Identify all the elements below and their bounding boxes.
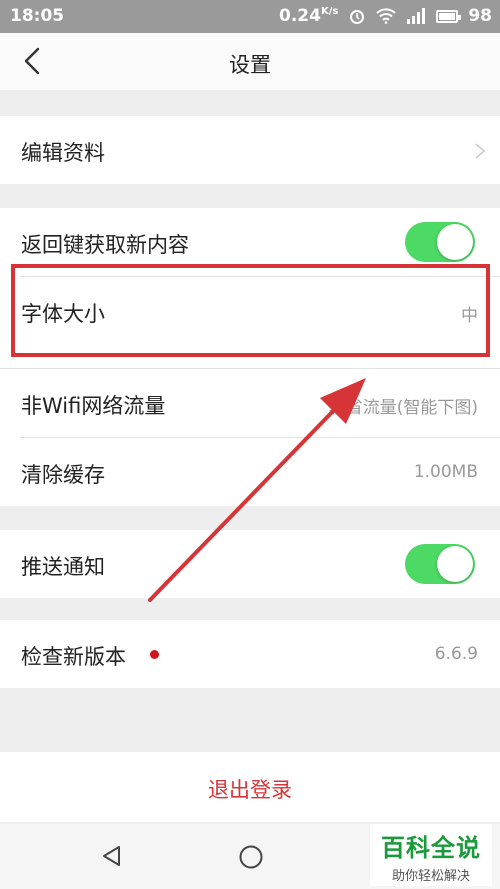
clear-cache-value: 1.00MB bbox=[413, 462, 478, 482]
alarm-icon bbox=[350, 10, 365, 24]
push-notification-row: 推送通知 bbox=[0, 530, 500, 598]
update-badge bbox=[150, 650, 159, 659]
version-value: 6.6.9 bbox=[434, 644, 478, 664]
chevron-right-icon bbox=[475, 143, 486, 159]
edit-profile-label: 编辑资料 bbox=[21, 141, 105, 165]
clear-cache-row[interactable]: 清除缓存 1.00MB bbox=[0, 438, 500, 506]
status-bar: 18:05 0.24K/s 98 bbox=[0, 0, 500, 33]
nav-back-icon[interactable] bbox=[100, 844, 124, 868]
check-version-label: 检查新版本 bbox=[21, 645, 126, 669]
battery-icon bbox=[436, 9, 462, 23]
header-bar: 设置 bbox=[0, 33, 500, 90]
wifi-icon bbox=[376, 8, 397, 24]
back-refresh-toggle[interactable] bbox=[405, 222, 475, 262]
watermark-title: 百科全说 bbox=[381, 834, 481, 862]
edit-profile-row[interactable]: 编辑资料 bbox=[0, 116, 500, 184]
signal-icon bbox=[407, 8, 426, 24]
status-icons: 0.24K/s 98 bbox=[279, 6, 492, 26]
back-refresh-label: 返回键获取新内容 bbox=[21, 233, 189, 257]
highlight-box bbox=[11, 264, 490, 357]
network-speed: 0.24K/s bbox=[279, 6, 339, 26]
check-version-row[interactable]: 检查新版本 6.6.9 bbox=[0, 620, 500, 688]
non-wifi-traffic-label: 非Wifi网络流量 bbox=[21, 394, 166, 418]
non-wifi-traffic-value: 较省流量(智能下图) bbox=[328, 398, 478, 418]
general-settings-group: 返回键获取新内容 字体大小 中 非Wifi网络流量 较省流量(智能下图) 清除缓… bbox=[0, 208, 500, 506]
push-group: 推送通知 bbox=[0, 530, 500, 598]
push-notification-label: 推送通知 bbox=[21, 555, 105, 579]
version-group: 检查新版本 6.6.9 bbox=[0, 620, 500, 688]
nav-home-icon[interactable] bbox=[238, 844, 264, 870]
logout-label: 退出登录 bbox=[208, 778, 292, 802]
profile-group: 编辑资料 bbox=[0, 116, 500, 184]
push-notification-toggle[interactable] bbox=[405, 544, 475, 584]
status-time: 18:05 bbox=[10, 6, 65, 26]
non-wifi-traffic-row[interactable]: 非Wifi网络流量 较省流量(智能下图) bbox=[0, 369, 500, 437]
clear-cache-label: 清除缓存 bbox=[21, 463, 105, 487]
battery-level: 98 bbox=[468, 6, 492, 26]
baike-watermark-logo: 百科全说 助你轻松解决 bbox=[370, 824, 492, 886]
page-title: 设置 bbox=[229, 53, 271, 77]
logout-button[interactable]: 退出登录 bbox=[0, 752, 500, 822]
watermark-subtitle: 助你轻松解决 bbox=[391, 869, 470, 884]
